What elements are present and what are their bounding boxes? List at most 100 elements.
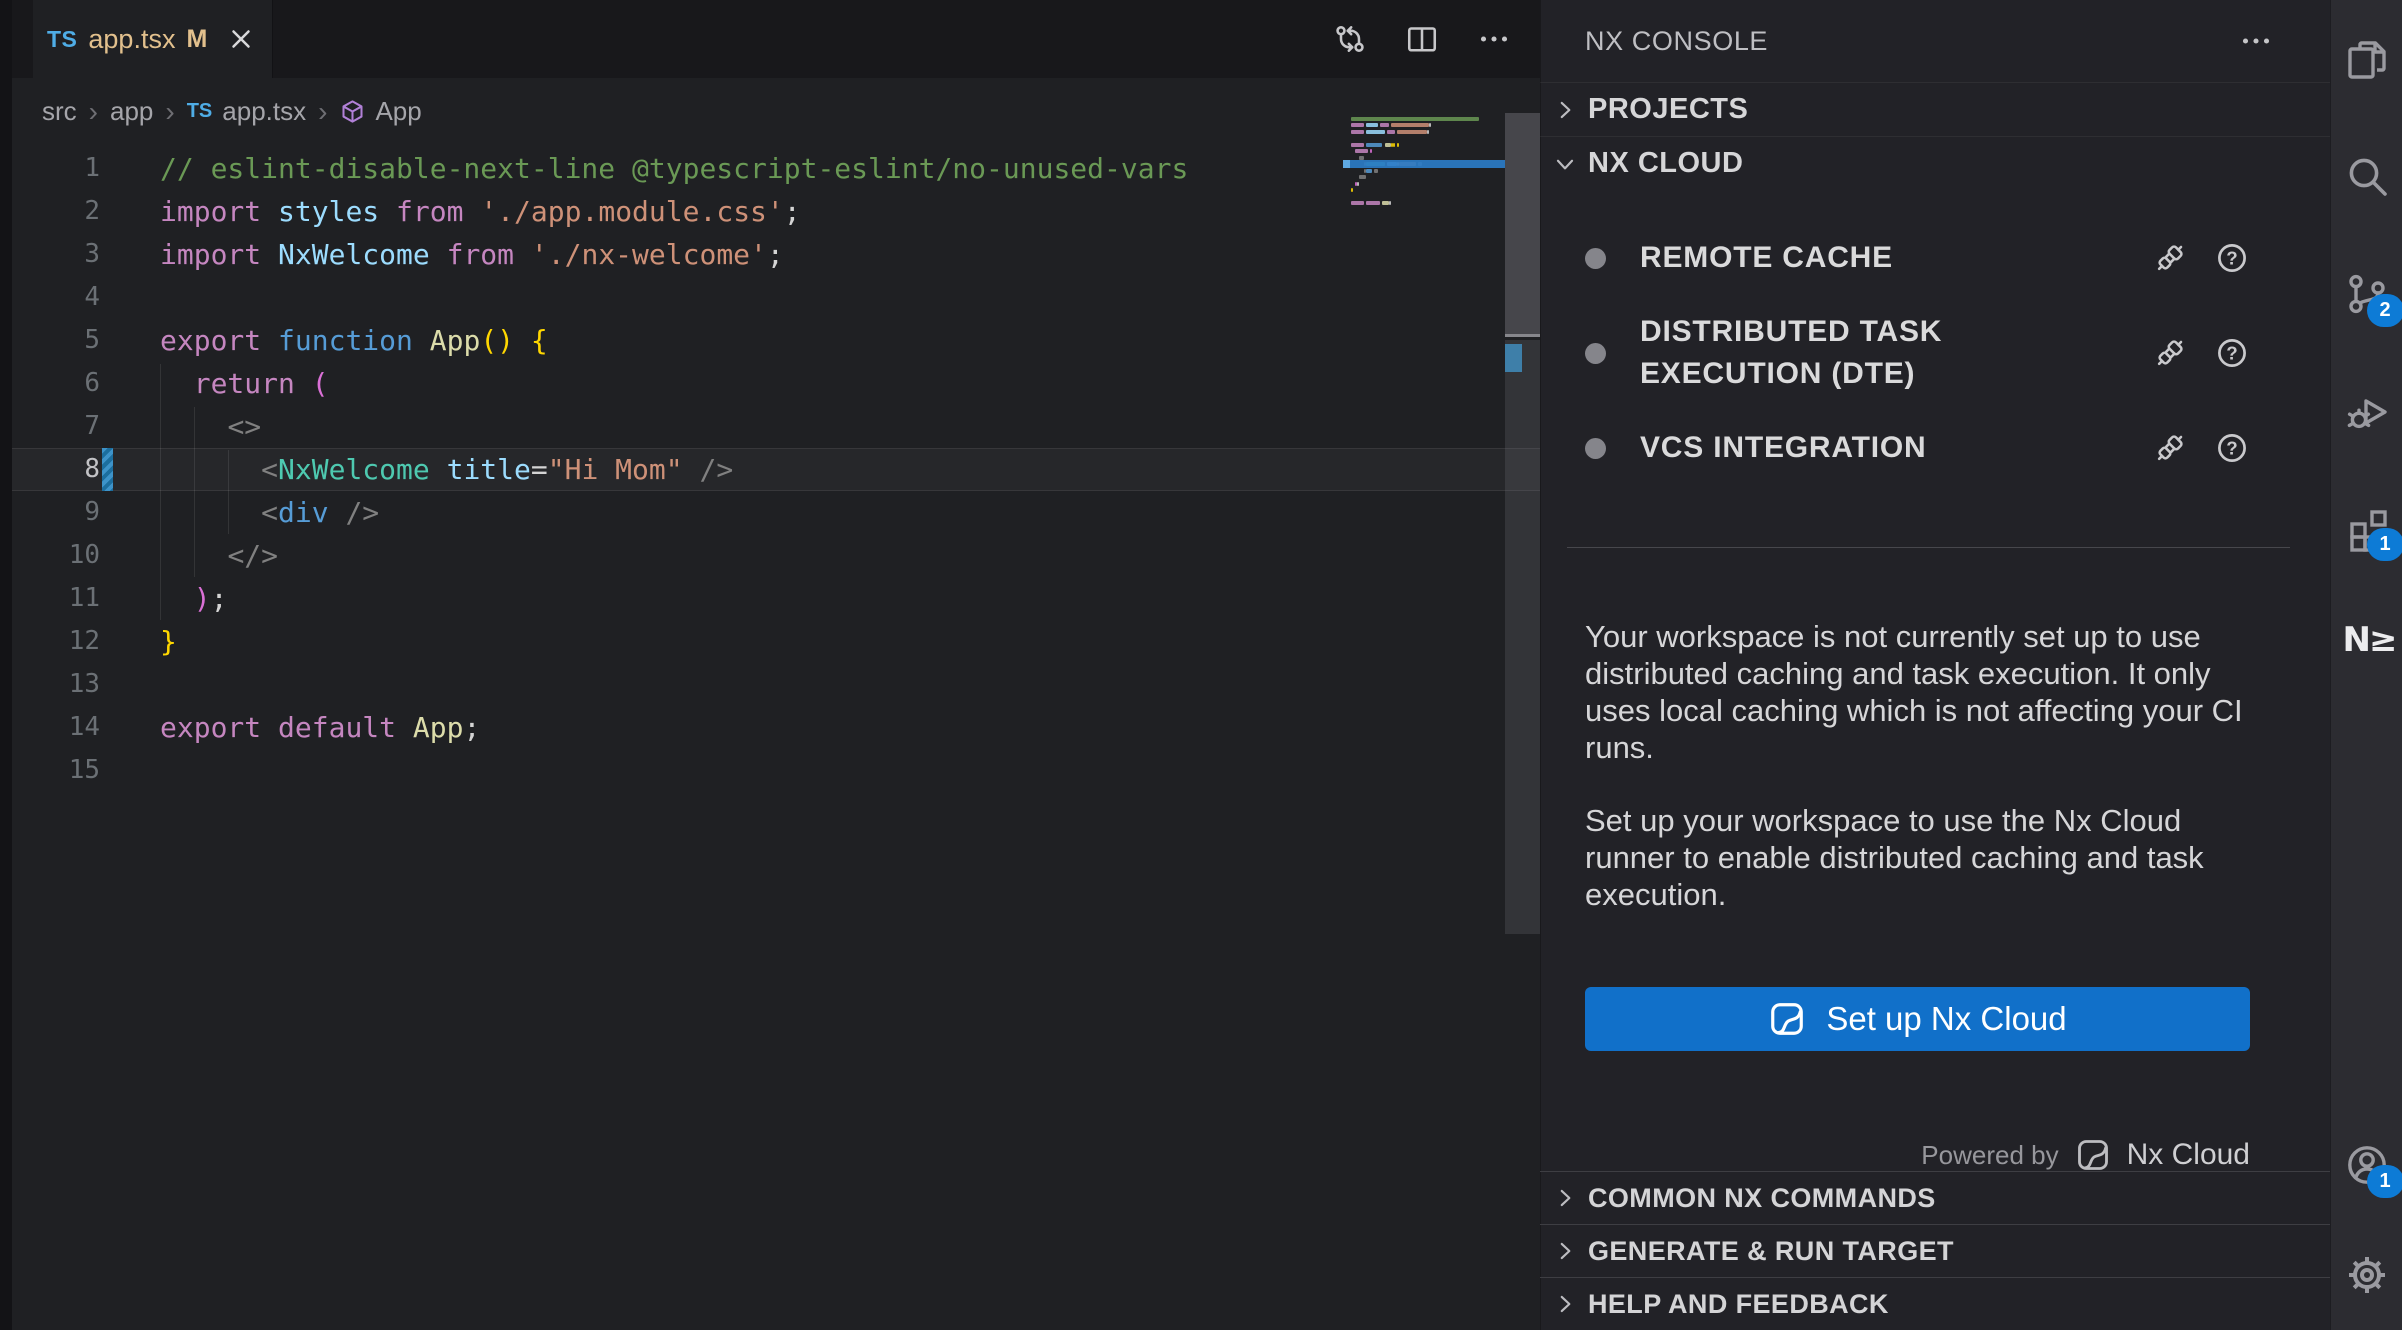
setup-button-label: Set up Nx Cloud xyxy=(1826,1000,2066,1038)
connect-icon[interactable] xyxy=(2152,430,2188,466)
breadcrumb-folder-app[interactable]: app xyxy=(110,96,153,127)
section-header-generate-run-target[interactable]: GENERATE & RUN TARGET xyxy=(1540,1224,2330,1277)
activity-item-run-debug[interactable] xyxy=(2343,387,2391,435)
tab-app-tsx[interactable]: TS app.tsx M xyxy=(33,0,273,78)
nx-cloud-webview: REMOTE CACHE?DISTRIBUTED TASK EXECUTION … xyxy=(1540,191,2330,1171)
line-number: 15 xyxy=(12,749,100,792)
activity-item-settings[interactable] xyxy=(2343,1251,2391,1299)
section-header-projects[interactable]: PROJECTS xyxy=(1540,82,2330,136)
code-line-1[interactable]: 1// eslint-disable-next-line @typescript… xyxy=(12,147,1540,190)
code-line-11[interactable]: 11 ); xyxy=(12,577,1540,620)
line-number: 13 xyxy=(12,663,100,706)
code-line-2[interactable]: 2import styles from './app.module.css'; xyxy=(12,190,1540,233)
help-icon[interactable]: ? xyxy=(2214,430,2250,466)
code-line-3[interactable]: 3 import NxWelcome from './nx-welcome'; xyxy=(12,233,1540,276)
tab-file-name: app.tsx xyxy=(88,24,175,55)
svg-text:?: ? xyxy=(2226,247,2237,268)
open-changes-icon[interactable] xyxy=(1332,21,1368,57)
code-line-6[interactable]: 6 return ( xyxy=(12,362,1540,405)
section-header-common-nx-commands[interactable]: COMMON NX COMMANDS xyxy=(1540,1171,2330,1224)
editor-toolbar xyxy=(1332,0,1512,78)
help-icon[interactable]: ? xyxy=(2214,240,2250,276)
vscode-window: TS app.tsx M src › xyxy=(0,0,2402,1330)
editor-scrollbar[interactable] xyxy=(1505,113,1540,935)
nx-cloud-logo-icon xyxy=(2075,1137,2111,1171)
connect-icon[interactable] xyxy=(2152,335,2188,371)
feature-actions: ? xyxy=(2152,335,2250,371)
line-number: 12 xyxy=(12,620,100,663)
minimap-current-line-highlight xyxy=(1345,160,1505,168)
activity-item-source-control[interactable]: 2 xyxy=(2343,270,2391,318)
activity-item-search[interactable] xyxy=(2343,153,2391,201)
nx-cloud-logo-icon xyxy=(1768,1000,1806,1038)
activity-item-accounts[interactable]: 1 xyxy=(2343,1141,2391,1189)
code-editor[interactable]: 1// eslint-disable-next-line @typescript… xyxy=(12,145,1540,1330)
code-line-7[interactable]: 7 <> xyxy=(12,405,1540,448)
code-line-content: <div /> xyxy=(160,491,379,534)
activity-item-files[interactable] xyxy=(2343,36,2391,84)
section-header-help-and-feedback[interactable]: HELP AND FEEDBACK xyxy=(1540,1277,2330,1330)
code-line-8[interactable]: 8 <NxWelcome title="Hi Mom" /> xyxy=(12,448,1540,491)
overview-modified-marker xyxy=(1505,344,1522,372)
scrollbar-track xyxy=(1505,340,1540,934)
help-icon[interactable]: ? xyxy=(2214,335,2250,371)
settings-icon xyxy=(2343,1251,2391,1299)
code-line-content: import NxWelcome from './nx-welcome'; xyxy=(160,233,784,276)
minimap[interactable] xyxy=(1345,113,1505,243)
code-line-5[interactable]: 5 export function App() { xyxy=(12,319,1540,362)
code-line-content: export default App; xyxy=(160,706,480,749)
code-line-12[interactable]: 12} xyxy=(12,620,1540,663)
line-number: 5 xyxy=(12,319,100,362)
line-number: 1 xyxy=(12,147,100,190)
chevron-right-icon xyxy=(1552,1185,1578,1211)
line-number: 7 xyxy=(12,405,100,448)
activity-bar: 2 1 N≥ 1 xyxy=(2330,0,2402,1330)
split-editor-icon[interactable] xyxy=(1404,21,1440,57)
powered-by-label: Powered by xyxy=(1921,1140,2058,1171)
breadcrumb: src › app › TS app.tsx › App xyxy=(12,78,1540,145)
connect-icon[interactable] xyxy=(2152,240,2188,276)
line-number: 14 xyxy=(12,706,100,749)
line-number: 9 xyxy=(12,491,100,534)
activity-item-nx-console[interactable]: N≥ xyxy=(2343,616,2391,664)
code-line-13[interactable]: 13 xyxy=(12,663,1540,706)
feature-row: DISTRIBUTED TASK EXECUTION (DTE)? xyxy=(1585,295,2250,411)
panel-title: NX CONSOLE xyxy=(1585,26,2238,57)
breadcrumb-folder-src[interactable]: src xyxy=(42,96,77,127)
section-header-nx-cloud[interactable]: NX CLOUD xyxy=(1540,136,2330,190)
minimap-line xyxy=(1351,182,1359,186)
breadcrumb-symbol[interactable]: App xyxy=(375,96,421,127)
close-tab-icon[interactable] xyxy=(226,24,256,54)
svg-text:?: ? xyxy=(2226,437,2237,458)
search-icon xyxy=(2343,153,2391,201)
run-debug-icon xyxy=(2343,387,2391,435)
panel-more-actions-icon[interactable] xyxy=(2238,23,2274,59)
code-line-4[interactable]: 4 xyxy=(12,276,1540,319)
code-line-14[interactable]: 14 export default App; xyxy=(12,706,1540,749)
panel-bottom-sections: COMMON NX COMMANDSGENERATE & RUN TARGETH… xyxy=(1540,1171,2330,1330)
minimap-line xyxy=(1351,130,1429,134)
code-line-content: export function App() { xyxy=(160,319,548,362)
nx-cloud-brand: Nx Cloud xyxy=(2127,1138,2250,1171)
code-line-15[interactable]: 15 xyxy=(12,749,1540,792)
feature-row: REMOTE CACHE? xyxy=(1585,221,2250,295)
scrollbar-slider[interactable] xyxy=(1505,113,1540,337)
activity-item-extensions[interactable]: 1 xyxy=(2343,504,2391,552)
feature-actions: ? xyxy=(2152,240,2250,276)
chevron-right-icon xyxy=(1552,1291,1578,1317)
line-number: 6 xyxy=(12,362,100,405)
line-number: 3 xyxy=(12,233,100,276)
status-bullet-icon xyxy=(1585,248,1606,269)
editor-group: TS app.tsx M src › xyxy=(12,0,1540,1330)
setup-nx-cloud-button[interactable]: Set up Nx Cloud xyxy=(1585,987,2250,1051)
code-line-10[interactable]: 10 </> xyxy=(12,534,1540,577)
minimap-line xyxy=(1351,188,1353,192)
breadcrumb-file[interactable]: app.tsx xyxy=(222,96,306,127)
editor-tab-bar: TS app.tsx M xyxy=(12,0,1540,78)
more-actions-icon[interactable] xyxy=(1476,21,1512,57)
code-line-content: ); xyxy=(160,577,227,620)
code-line-9[interactable]: 9 <div /> xyxy=(12,491,1540,534)
section-label: PROJECTS xyxy=(1588,93,1748,126)
feature-label: DISTRIBUTED TASK EXECUTION (DTE) xyxy=(1640,311,2085,395)
line-number: 4 xyxy=(12,276,100,319)
